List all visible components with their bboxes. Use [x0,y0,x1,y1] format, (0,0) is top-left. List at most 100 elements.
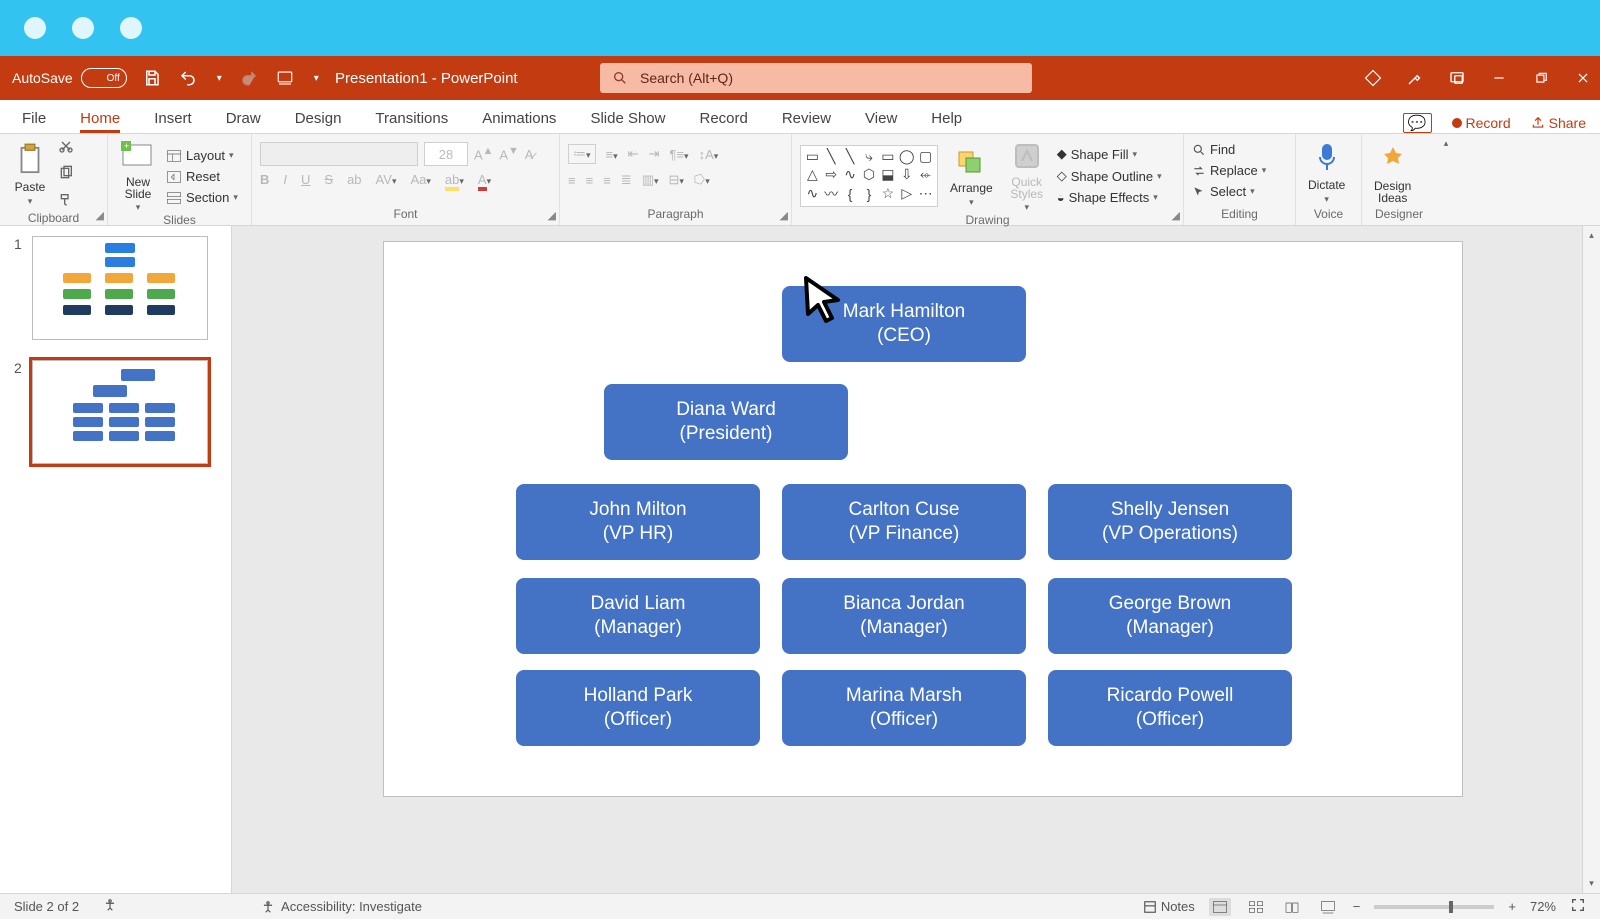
justify-button[interactable]: ≣ [621,172,632,188]
highlight-button[interactable]: ab▾ [445,172,464,187]
shape-curve-icon[interactable]: ∿ [841,166,860,184]
close-button[interactable] [1574,69,1592,87]
org-box-president[interactable]: Diana Ward (President) [604,384,848,460]
search-box[interactable]: Search (Alt+Q) [600,63,1032,93]
align-center-button[interactable]: ≡ [586,173,594,188]
new-slide-button[interactable]: + New Slide ▾ [116,138,160,213]
org-box-off-1[interactable]: Holland Park (Officer) [516,670,760,746]
font-dialog-launcher[interactable]: ◢ [548,209,556,222]
slide-canvas[interactable]: Mark Hamilton (CEO) Diana Ward (Presiden… [384,242,1462,796]
qat-customize[interactable]: ▾ [314,73,319,84]
find-button[interactable]: Find [1192,142,1235,157]
shape-outline-button[interactable]: ◇ Shape Outline▾ [1057,168,1162,184]
clear-formatting-icon[interactable]: A̷ [525,147,534,162]
tab-insert[interactable]: Insert [154,110,192,133]
bullets-button[interactable]: ≔▾ [568,144,596,164]
shape-curve2-icon[interactable]: 〰 [822,184,841,204]
comments-button[interactable]: 💬 [1403,113,1432,133]
redo-icon[interactable] [240,69,258,87]
tab-home[interactable]: Home [80,110,120,133]
shape-action-icon[interactable]: ▷ [897,184,916,204]
zoom-slider[interactable] [1374,905,1494,909]
shape-roundrect-icon[interactable]: ▢ [916,148,935,166]
shape-lbrace-icon[interactable]: { [841,184,860,204]
org-box-off-3[interactable]: Ricardo Powell (Officer) [1048,670,1292,746]
shape-star-icon[interactable]: ☆ [878,184,897,204]
paste-button[interactable]: Paste ▾ [8,142,52,207]
shape-hex-icon[interactable]: ⬡ [860,166,879,184]
vertical-scrollbar[interactable]: ▴ ▾ [1582,226,1600,893]
smartart-button[interactable]: ⭔▾ [694,172,710,188]
autosave-toggle[interactable]: AutoSave Off [12,68,127,88]
align-left-button[interactable]: ≡ [568,173,576,188]
zoom-level[interactable]: 72% [1530,899,1556,914]
shape-fill-button[interactable]: ◆ Shape Fill▾ [1057,146,1162,162]
select-button[interactable]: Select▾ [1192,184,1255,199]
window-zoom-dot[interactable] [120,17,142,39]
collapse-ribbon-icon[interactable]: ▴ [1444,138,1449,149]
org-box-vp-ops[interactable]: Shelly Jensen (VP Operations) [1048,484,1292,560]
window-close-dot[interactable] [24,17,46,39]
tab-review[interactable]: Review [782,110,831,133]
shape-line2-icon[interactable]: ╲ [841,148,860,166]
shape-more-icon[interactable]: ⋯ [916,184,935,204]
copy-icon[interactable] [58,165,74,184]
cut-icon[interactable] [58,138,74,157]
notes-button[interactable]: Notes [1143,899,1195,914]
eyedropper-icon[interactable] [1406,69,1424,87]
char-spacing-button[interactable]: AV▾ [376,172,397,187]
zoom-in-button[interactable]: + [1508,899,1516,914]
shape-rect-icon[interactable]: ▭ [878,148,897,166]
shapes-gallery[interactable]: ▭╲╲⤷▭◯▢ △⇨∿⬡⬓⇩⬰ ∿〰{}☆▷⋯ [800,145,938,207]
arrange-button[interactable]: Arrange▾ [946,143,997,208]
text-direction-button[interactable]: ↕A▾ [699,147,719,162]
drawing-dialog-launcher[interactable]: ◢ [1172,209,1180,222]
slide-counter[interactable]: Slide 2 of 2 [14,899,79,914]
shape-callout-icon[interactable]: ⬰ [916,166,935,184]
decrease-font-icon[interactable]: A▼ [499,145,518,162]
thumbnail-2-wrapper[interactable]: 2 [0,350,231,474]
slide-editor[interactable]: Mark Hamilton (CEO) Diana Ward (Presiden… [232,226,1582,893]
tab-slideshow[interactable]: Slide Show [590,110,665,133]
shape-connector-icon[interactable]: ⤷ [860,148,879,166]
minimize-button[interactable] [1490,69,1508,87]
start-from-beginning-icon[interactable] [276,69,294,87]
decrease-indent-button[interactable]: ⇤ [628,146,639,162]
clipboard-dialog-launcher[interactable]: ◢ [96,209,104,222]
undo-icon[interactable] [179,69,197,87]
numbering-button[interactable]: ≡▾ [606,147,618,162]
thumbnail-1[interactable] [32,236,208,340]
org-box-mgr-2[interactable]: Bianca Jordan (Manager) [782,578,1026,654]
org-box-mgr-3[interactable]: George Brown (Manager) [1048,578,1292,654]
slideshow-view-button[interactable] [1317,898,1339,916]
zoom-out-button[interactable]: − [1353,899,1361,914]
quick-styles-button[interactable]: Quick Styles▾ [1005,138,1049,213]
thumbnail-1-wrapper[interactable]: 1 [0,226,231,350]
shape-block-icon[interactable]: ⬓ [878,166,897,184]
replace-button[interactable]: Replace ▾ [1192,163,1266,178]
normal-view-button[interactable] [1209,898,1231,916]
shape-oval-icon[interactable]: ◯ [897,148,916,166]
window-minimize-dot[interactable] [72,17,94,39]
strikethrough-button[interactable]: S [324,172,333,187]
org-box-ceo[interactable]: Mark Hamilton (CEO) [782,286,1026,362]
scroll-down-icon[interactable]: ▾ [1589,878,1594,889]
tab-record[interactable]: Record [699,110,747,133]
shape-triangle-icon[interactable]: △ [803,166,822,184]
shape-line-icon[interactable]: ╲ [822,148,841,166]
columns-button[interactable]: ▥▾ [642,172,659,188]
paragraph-dialog-launcher[interactable]: ◢ [780,209,788,222]
save-icon[interactable] [143,69,161,87]
shape-freeform-icon[interactable]: ∿ [803,184,822,204]
font-color-button[interactable]: A▾ [478,172,491,187]
shape-arrowd-icon[interactable]: ⇩ [897,166,916,184]
tab-help[interactable]: Help [931,110,962,133]
increase-font-icon[interactable]: A▲ [474,145,493,162]
thumbnail-pane[interactable]: 1 2 [0,226,232,893]
tab-draw[interactable]: Draw [226,110,261,133]
restore-button[interactable] [1532,69,1550,87]
tab-design[interactable]: Design [295,110,342,133]
display-settings-icon[interactable] [1448,69,1466,87]
reset-button[interactable]: Reset [166,169,238,184]
share-button[interactable]: Share [1531,115,1586,131]
